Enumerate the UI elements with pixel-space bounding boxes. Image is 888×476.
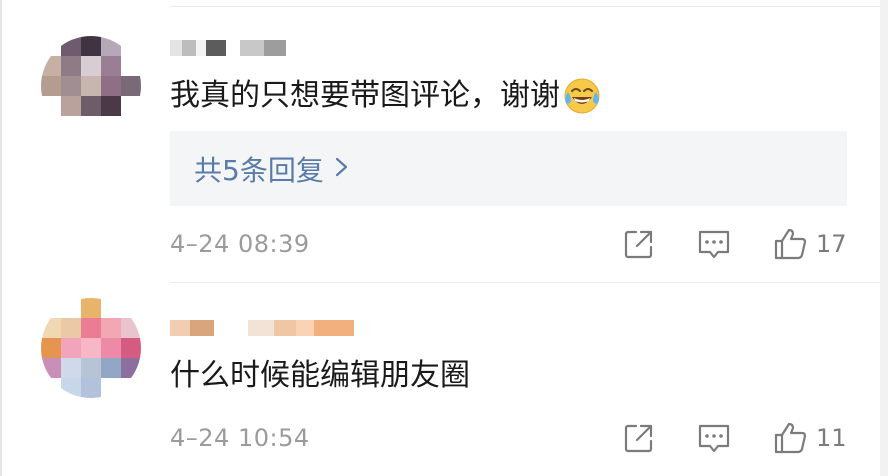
avatar-mosaic-tile bbox=[81, 298, 101, 318]
like-button[interactable]: 17 bbox=[772, 224, 847, 264]
view-replies-label: 共5条回复 bbox=[194, 153, 324, 187]
like-icon bbox=[772, 226, 808, 262]
avatar-mosaic-tile bbox=[61, 358, 81, 378]
avatar-mosaic-tile bbox=[101, 96, 121, 116]
like-count: 11 bbox=[816, 424, 847, 452]
avatar-mosaic-tile bbox=[121, 378, 141, 398]
view-replies-link[interactable]: 共5条回复 bbox=[194, 149, 350, 189]
share-button[interactable] bbox=[622, 418, 656, 458]
avatar-mosaic-tile bbox=[41, 358, 61, 378]
avatar-mosaic-tile bbox=[41, 298, 61, 318]
avatar-mosaic-tile bbox=[101, 56, 121, 76]
avatar-mosaic-tile bbox=[41, 116, 61, 136]
author-mosaic-tile bbox=[264, 40, 286, 56]
comment-item: 什么时候能编辑朋友圈 4–24 10:54 11 bbox=[0, 283, 880, 476]
like-button[interactable]: 11 bbox=[772, 418, 847, 458]
author-mosaic-tile bbox=[314, 320, 354, 336]
avatar-mosaic-tile bbox=[41, 76, 61, 96]
avatar-mosaic-tile bbox=[101, 358, 121, 378]
avatar-mosaic-tile bbox=[81, 318, 101, 338]
share-icon bbox=[622, 227, 656, 261]
avatar-mosaic-tile bbox=[121, 76, 141, 96]
avatar-mosaic-tile bbox=[61, 338, 81, 358]
replies-summary[interactable]: 共5条回复 bbox=[170, 131, 847, 206]
comment-item: 我真的只想要带图评论，谢谢 共5条回复 4–24 08:39 17 bbox=[0, 0, 880, 282]
comment-timestamp: 4–24 08:39 bbox=[170, 230, 310, 258]
avatar-mosaic-tile bbox=[41, 96, 61, 116]
avatar-mosaic-tile bbox=[121, 116, 141, 136]
avatar[interactable] bbox=[41, 36, 141, 136]
avatar-mosaic-tile bbox=[121, 298, 141, 318]
laughing-tears-emoji-icon bbox=[562, 76, 602, 116]
avatar-mosaic-tile bbox=[61, 56, 81, 76]
author-mosaic-tile bbox=[170, 40, 182, 56]
author-mosaic-tile bbox=[226, 40, 240, 56]
avatar-mosaic-tile bbox=[41, 378, 61, 398]
avatar-mosaic-tile bbox=[61, 298, 81, 318]
avatar-mosaic-tile bbox=[121, 96, 141, 116]
author-mosaic-tile bbox=[214, 320, 248, 336]
like-icon bbox=[772, 420, 808, 456]
comment-text: 什么时候能编辑朋友圈 bbox=[170, 356, 470, 396]
share-icon bbox=[622, 421, 656, 455]
author-mosaic-tile bbox=[196, 40, 206, 56]
comment-icon bbox=[696, 226, 732, 262]
avatar-mosaic-tile bbox=[41, 56, 61, 76]
avatar-mosaic-tile bbox=[101, 298, 121, 318]
avatar-mosaic-tile bbox=[81, 378, 101, 398]
like-count: 17 bbox=[816, 230, 847, 258]
comment-text-content: 我真的只想要带图评论，谢谢 bbox=[170, 78, 560, 113]
avatar-mosaic-tile bbox=[81, 338, 101, 358]
avatar-mosaic-tile bbox=[121, 358, 141, 378]
comment-meta: 4–24 08:39 17 bbox=[170, 224, 850, 264]
comment-text-content: 什么时候能编辑朋友圈 bbox=[170, 358, 470, 393]
author-mosaic-tile bbox=[248, 320, 274, 336]
avatar-mosaic-tile bbox=[101, 76, 121, 96]
share-button[interactable] bbox=[622, 224, 656, 264]
avatar-mosaic-tile bbox=[121, 56, 141, 76]
avatar-mosaic-tile bbox=[81, 96, 101, 116]
avatar-mosaic-tile bbox=[121, 36, 141, 56]
reply-button[interactable] bbox=[696, 224, 732, 264]
avatar-mosaic-tile bbox=[41, 338, 61, 358]
avatar-mosaic-tile bbox=[121, 318, 141, 338]
avatar-mosaic-tile bbox=[81, 36, 101, 56]
avatar-mosaic-tile bbox=[61, 116, 81, 136]
avatar-mosaic-tile bbox=[101, 378, 121, 398]
avatar-mosaic-tile bbox=[41, 36, 61, 56]
scrollbar-track[interactable] bbox=[880, 0, 888, 476]
comment-author[interactable] bbox=[170, 38, 286, 58]
avatar-mosaic-tile bbox=[81, 358, 101, 378]
author-mosaic-tile bbox=[296, 320, 314, 336]
author-mosaic-tile bbox=[182, 40, 196, 56]
avatar-mosaic-tile bbox=[61, 36, 81, 56]
author-mosaic-tile bbox=[206, 40, 226, 56]
author-mosaic-tile bbox=[274, 320, 296, 336]
avatar-mosaic-tile bbox=[101, 338, 121, 358]
chevron-right-icon bbox=[334, 152, 350, 185]
author-mosaic-tile bbox=[170, 320, 190, 336]
comment-icon bbox=[696, 420, 732, 456]
avatar-mosaic-tile bbox=[121, 338, 141, 358]
avatar-mosaic-tile bbox=[101, 116, 121, 136]
avatar[interactable] bbox=[41, 298, 141, 398]
avatar-mosaic-tile bbox=[61, 378, 81, 398]
avatar-mosaic-tile bbox=[81, 76, 101, 96]
avatar-mosaic-tile bbox=[61, 96, 81, 116]
comment-meta: 4–24 10:54 11 bbox=[170, 418, 850, 458]
comment-author[interactable] bbox=[170, 318, 354, 338]
avatar-mosaic-tile bbox=[81, 116, 101, 136]
avatar-mosaic-tile bbox=[41, 318, 61, 338]
avatar-mosaic-tile bbox=[61, 318, 81, 338]
author-mosaic-tile bbox=[240, 40, 264, 56]
avatar-mosaic-tile bbox=[101, 318, 121, 338]
avatar-mosaic-tile bbox=[61, 76, 81, 96]
avatar-mosaic-tile bbox=[81, 56, 101, 76]
comment-text: 我真的只想要带图评论，谢谢 bbox=[170, 76, 602, 116]
comment-timestamp: 4–24 10:54 bbox=[170, 424, 310, 452]
avatar-mosaic-tile bbox=[101, 36, 121, 56]
reply-button[interactable] bbox=[696, 418, 732, 458]
author-mosaic-tile bbox=[190, 320, 214, 336]
